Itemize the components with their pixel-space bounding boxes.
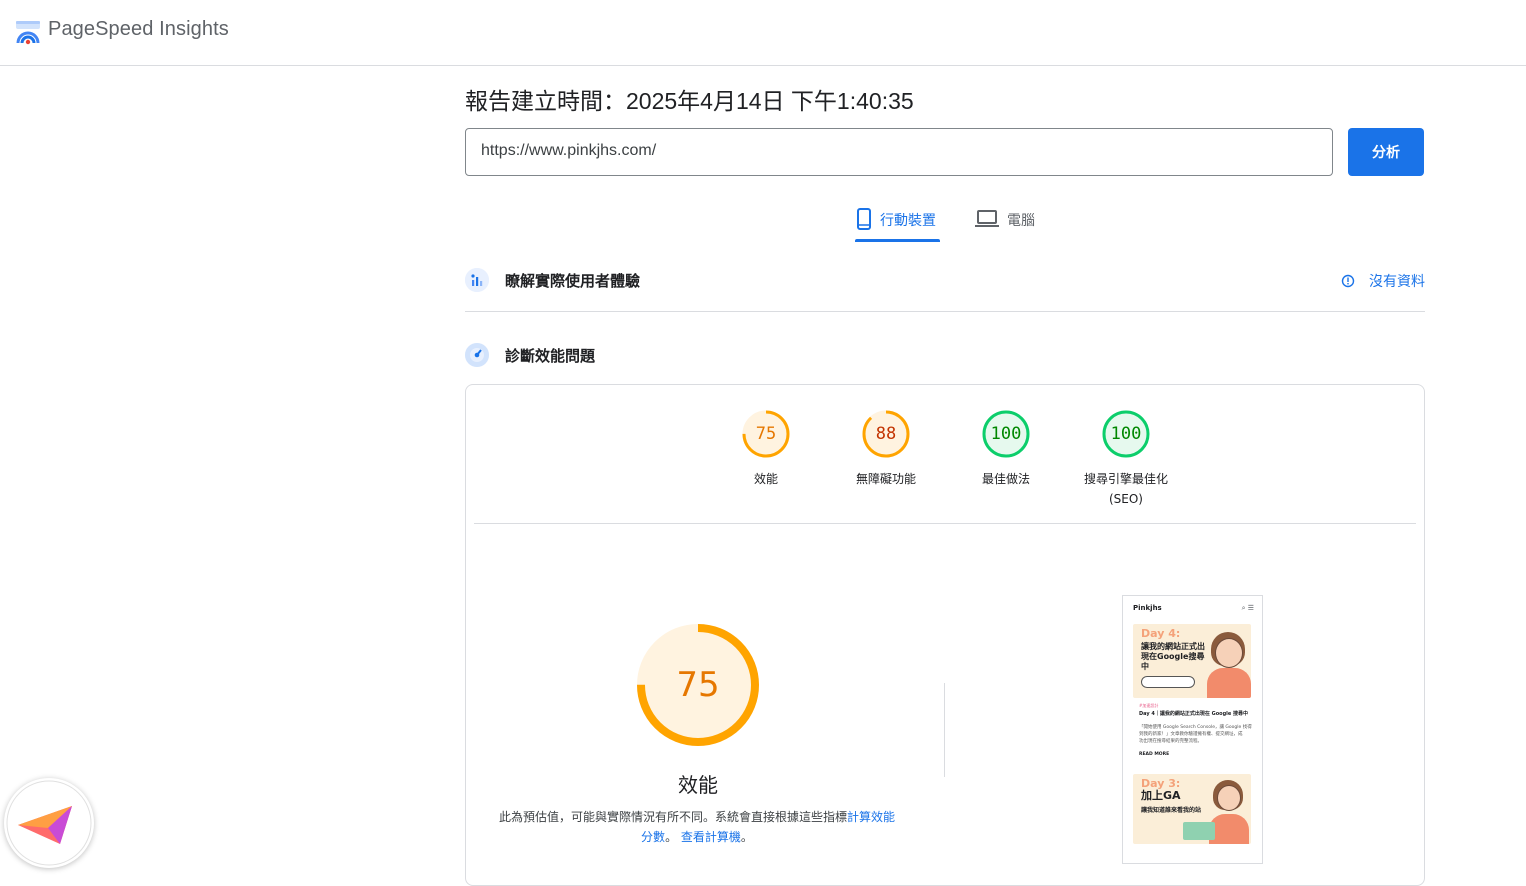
score-gauge-accessibility[interactable]: 88 無障礙功能	[826, 409, 946, 489]
gauge-ring: 88	[861, 409, 911, 459]
info-icon	[1341, 274, 1355, 288]
gauge-label: 最佳做法	[981, 472, 1030, 486]
tab-mobile[interactable]: 行動裝置	[855, 206, 940, 242]
url-input-value: https://www.pinkjhs.com/	[481, 142, 657, 159]
preview-nav-icons: ⌕ ☰	[1241, 604, 1254, 612]
panel-divider	[474, 523, 1416, 524]
page-screenshot-preview: Pinkjhs ⌕ ☰ Day 4: 讓我的網站正式出現在Google搜尋中 #…	[1122, 595, 1263, 864]
preview-post-card: Day 4: 讓我的網站正式出現在Google搜尋中	[1133, 624, 1251, 698]
gauge-score: 100	[1110, 424, 1142, 444]
users-chart-icon	[465, 268, 489, 292]
preview-post-card: Day 3: 加上GA 讓我知道誰來看我的站	[1133, 774, 1251, 844]
desc-end: 。	[740, 830, 753, 844]
preview-card-day: Day 4:	[1141, 627, 1181, 640]
top-app-bar: PageSpeed Insights	[0, 0, 1526, 66]
score-gauge-performance[interactable]: 75 效能	[706, 409, 826, 489]
diagnostics-title: 診斷效能問題	[505, 346, 596, 365]
illustration-laptop	[1183, 822, 1215, 840]
gauge-icon	[465, 343, 489, 367]
preview-card-title: 加上GA	[1141, 789, 1181, 802]
gauge-score: 100	[990, 424, 1022, 444]
tab-mobile-label: 行動裝置	[880, 213, 936, 229]
preview-search-illustration	[1141, 676, 1195, 688]
diagnostics-section: 診斷效能問題	[465, 343, 1425, 367]
tab-desktop[interactable]: 電腦	[975, 206, 1035, 242]
desc-text: 此為預估值，可能與實際情況有所不同。系統會直接根據這些指標	[498, 810, 847, 824]
field-data-section: 瞭解實際使用者體驗 沒有資料	[465, 268, 1425, 292]
gauge-ring: 100	[1101, 409, 1151, 459]
score-gauge-seo[interactable]: 100 搜尋引擎最佳化 (SEO)	[1066, 409, 1186, 509]
preview-read-more: READ MORE	[1139, 752, 1170, 757]
preview-card-title: 讓我的網站正式出現在Google搜尋中	[1141, 642, 1205, 671]
preview-site-name: Pinkjhs	[1133, 604, 1162, 612]
preview-post-tag: #加速設計	[1139, 703, 1159, 708]
pagespeed-logo-icon[interactable]	[15, 19, 41, 45]
gauge-label-line2: (SEO)	[1108, 492, 1143, 506]
paper-plane-icon	[6, 780, 92, 866]
gauge-ring: 75	[741, 409, 791, 459]
gauge-score: 75	[755, 424, 777, 444]
desc-sep: 。	[665, 830, 678, 844]
field-data-title: 瞭解實際使用者體驗	[505, 271, 641, 290]
app-title[interactable]: PageSpeed Insights	[48, 18, 229, 41]
url-input[interactable]: https://www.pinkjhs.com/	[465, 128, 1333, 176]
score-gauge-best-practices[interactable]: 100 最佳做法	[946, 409, 1066, 489]
section-divider	[465, 311, 1425, 312]
gauge-label: 效能	[753, 472, 778, 486]
illustration-face	[1215, 638, 1243, 668]
preview-post-line: 「開始使用 Google Search Console，讓 Google 找得	[1139, 725, 1252, 730]
vertical-divider	[944, 683, 945, 777]
report-timestamp: 報告建立時間：2025年4月14日 下午1:40:35	[465, 88, 914, 114]
gauge-score: 88	[875, 424, 897, 444]
gauge-ring: 100	[981, 409, 1031, 459]
scores-panel: 75 效能 88 無障礙功能 100 最佳做法 100 搜尋引擎最佳化 (SEO…	[465, 384, 1425, 886]
smartphone-icon	[857, 208, 871, 230]
illustration-body	[1207, 668, 1251, 698]
calculator-link[interactable]: 查看計算機	[681, 830, 741, 844]
performance-big-label: 效能	[678, 773, 718, 797]
gauge-label: 搜尋引擎最佳化 (SEO)	[1066, 469, 1186, 509]
tab-desktop-label: 電腦	[1007, 213, 1035, 229]
active-tab-indicator	[855, 239, 940, 242]
laptop-icon	[975, 210, 999, 227]
floating-extension-button[interactable]	[4, 778, 94, 868]
no-data-label: 沒有資料	[1369, 274, 1425, 290]
preview-card-subtitle: 讓我知道誰來看我的站	[1141, 807, 1202, 814]
performance-description: 此為預估值，可能與實際情況有所不同。系統會直接根據這些指標計算效能分數。 查看計…	[496, 807, 898, 847]
preview-post-line: 功出現在搜尋結果的完整流程。	[1139, 739, 1202, 744]
analyze-button[interactable]: 分析	[1348, 128, 1424, 176]
preview-post-line: 到我的新家！」文章教你驗證擁有權、提交網址，成	[1139, 732, 1243, 737]
no-data-link[interactable]: 沒有資料	[1341, 271, 1425, 291]
gauge-label: 無障礙功能	[855, 472, 916, 486]
performance-big-score: 75	[676, 665, 720, 705]
illustration-face	[1217, 785, 1241, 811]
gauge-label-line1: 搜尋引擎最佳化	[1083, 472, 1168, 486]
illustration-body	[1209, 814, 1249, 844]
preview-post-title: Day 4｜讓我的網站正式出現在 Google 搜尋中	[1139, 711, 1248, 717]
